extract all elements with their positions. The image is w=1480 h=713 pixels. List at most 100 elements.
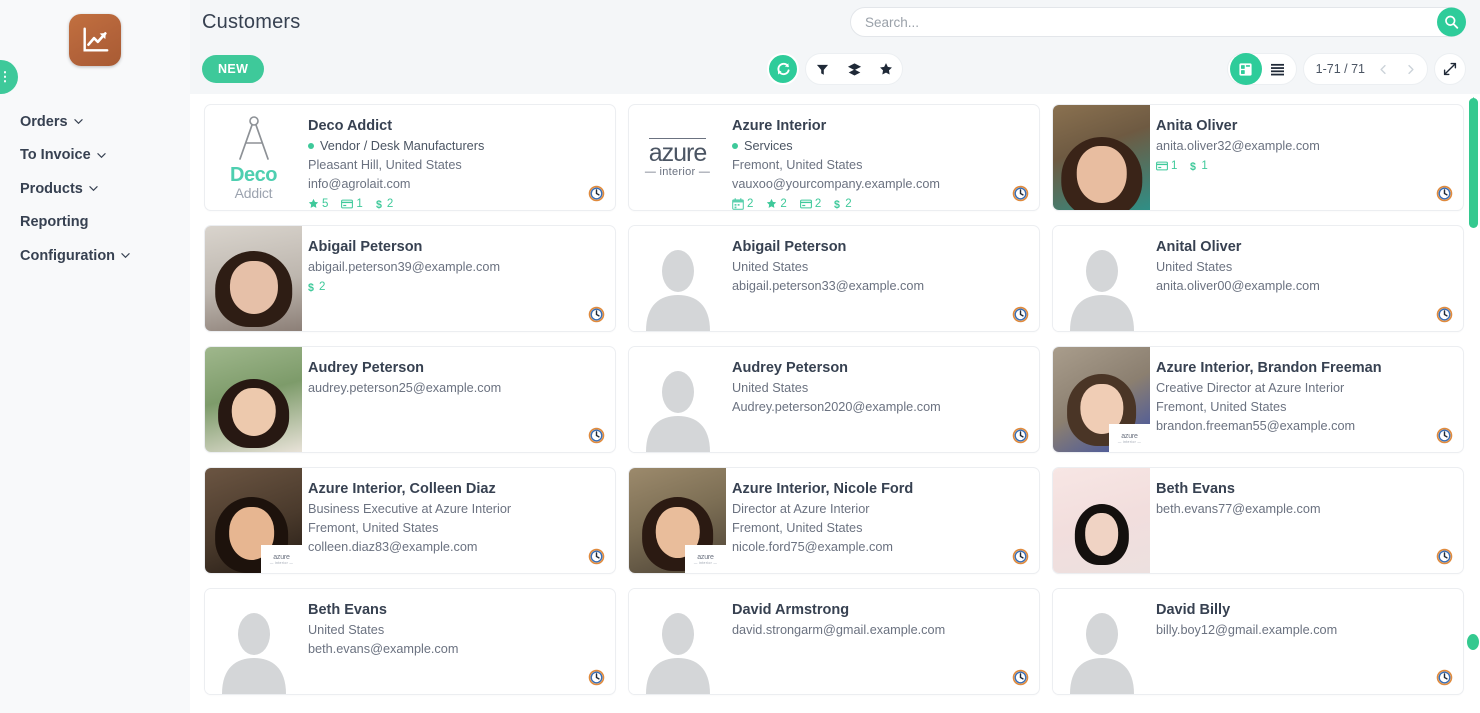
dollar-icon: $: [376, 199, 382, 210]
stat-dollar[interactable]: $1: [1190, 160, 1207, 172]
list-view-icon: [1271, 63, 1285, 75]
kanban-card[interactable]: Audrey Peterson United States Audrey.peter…: [628, 346, 1040, 453]
card-name[interactable]: Abigail Peterson: [308, 238, 603, 258]
kanban-card[interactable]: Abigail Peterson United States abigail.pet…: [628, 225, 1040, 332]
sidebar-item-reporting[interactable]: Reporting: [18, 206, 190, 239]
sidebar-item-orders[interactable]: Orders: [18, 106, 190, 139]
pager-count[interactable]: 1-71 / 71: [1316, 62, 1365, 76]
activity-clock-icon[interactable]: [1012, 306, 1029, 323]
kanban-view-button[interactable]: [1229, 53, 1262, 85]
activity-clock-icon[interactable]: [1012, 185, 1029, 202]
activity-clock-icon[interactable]: [1436, 306, 1453, 323]
logo-text-primary: azure: [648, 137, 707, 167]
list-view-button[interactable]: [1262, 53, 1294, 85]
card-email: abigail.peterson39@example.com: [308, 259, 501, 274]
kanban-card[interactable]: Beth Evans United States beth.evans@exampl…: [204, 588, 616, 695]
card-name[interactable]: David Billy: [1156, 601, 1451, 621]
kanban-container[interactable]: Deco Addict Deco Addict Vendor / Desk Manuf…: [190, 94, 1480, 713]
card-body: Deco Addict Vendor / Desk Manufacturers Pl…: [302, 105, 615, 210]
activity-clock-icon[interactable]: [1012, 669, 1029, 686]
card-name[interactable]: Deco Addict: [308, 117, 603, 137]
card-name[interactable]: Anita Oliver: [1156, 117, 1451, 137]
kanban-card[interactable]: David Armstrong david.strongarm@gmail.exa…: [628, 588, 1040, 695]
badge-text-primary: azure: [1121, 433, 1138, 441]
scroll-down-icon[interactable]: [1470, 707, 1477, 713]
group-by-button[interactable]: [838, 53, 870, 85]
sidebar-item-products[interactable]: Products: [18, 173, 190, 206]
filters-button[interactable]: [806, 53, 838, 85]
kanban-card[interactable]: azure — interior — Azure Interior, Nicole …: [628, 467, 1040, 574]
app-logo-icon[interactable]: [69, 14, 121, 66]
activity-clock-icon[interactable]: [588, 185, 605, 202]
sidebar-item-configuration[interactable]: Configuration: [18, 240, 190, 273]
sidebar-item-to-invoice[interactable]: To Invoice: [18, 139, 190, 172]
stat-card[interactable]: 2: [799, 198, 821, 210]
card-location: United States: [1156, 259, 1233, 274]
card-location: Fremont, United States: [732, 157, 863, 172]
card-name[interactable]: Azure Interior, Nicole Ford: [732, 480, 1027, 500]
search-input[interactable]: [850, 7, 1466, 37]
right-action-group: 1-71 / 71: [1226, 53, 1466, 85]
activity-clock-icon[interactable]: [588, 548, 605, 565]
stat-dollar[interactable]: $2: [308, 281, 325, 293]
kanban-card[interactable]: Beth Evans beth.evans77@example.com: [1052, 467, 1464, 574]
favorites-button[interactable]: [870, 53, 902, 85]
card-name[interactable]: Abigail Peterson: [732, 238, 1027, 258]
card-name[interactable]: Audrey Peterson: [308, 359, 603, 379]
activity-clock-icon[interactable]: [1436, 548, 1453, 565]
activity-clock-icon[interactable]: [1436, 185, 1453, 202]
card-body: Anita Oliver anita.oliver32@example.com 1 $…: [1150, 105, 1463, 210]
search-button[interactable]: [1437, 7, 1466, 37]
vertical-scrollbar[interactable]: [1467, 94, 1479, 713]
activity-clock-icon[interactable]: [588, 306, 605, 323]
pager-next-button[interactable]: [1398, 57, 1423, 82]
svg-text:$: $: [1190, 161, 1196, 172]
scrollbar-thumb[interactable]: [1469, 98, 1478, 228]
card-name[interactable]: Beth Evans: [1156, 480, 1451, 500]
kanban-card[interactable]: azure — interior — Azure Interior, Brandon…: [1052, 346, 1464, 453]
activity-clock-icon[interactable]: [588, 427, 605, 444]
stat-star[interactable]: 2: [766, 198, 787, 210]
stat-dollar[interactable]: $2: [376, 198, 393, 210]
kanban-card[interactable]: David Billy billy.boy12@gmail.example.com: [1052, 588, 1464, 695]
kanban-card[interactable]: Deco Addict Deco Addict Vendor / Desk Manuf…: [204, 104, 616, 211]
stat-calendar[interactable]: 2: [732, 198, 753, 210]
card-name[interactable]: David Armstrong: [732, 601, 1027, 621]
stat-dollar[interactable]: $2: [834, 198, 851, 210]
reload-button[interactable]: [767, 53, 799, 85]
kanban-card[interactable]: Anital Oliver United States anita.oliver00…: [1052, 225, 1464, 332]
contact-photo: [205, 226, 302, 331]
card-name[interactable]: Azure Interior, Colleen Diaz: [308, 480, 603, 500]
card-email: colleen.diaz83@example.com: [308, 539, 478, 554]
kanban-card[interactable]: Anita Oliver anita.oliver32@example.com 1 $…: [1052, 104, 1464, 211]
card-body: Beth Evans beth.evans77@example.com: [1150, 468, 1463, 573]
new-button[interactable]: NEW: [202, 55, 265, 83]
activity-clock-icon[interactable]: [1012, 427, 1029, 444]
card-name[interactable]: Anital Oliver: [1156, 238, 1451, 258]
pager-previous-button[interactable]: [1371, 57, 1396, 82]
card-name[interactable]: Beth Evans: [308, 601, 603, 621]
search-container: [850, 7, 1466, 37]
kanban-card[interactable]: Audrey Peterson audrey.peterson25@example…: [204, 346, 616, 453]
activity-clock-icon[interactable]: [1012, 548, 1029, 565]
calendar-icon: [732, 198, 744, 210]
fullscreen-button[interactable]: [1434, 53, 1466, 85]
activity-clock-icon[interactable]: [1436, 669, 1453, 686]
card-name[interactable]: Azure Interior, Brandon Freeman: [1156, 359, 1451, 379]
card-stats: 1 $1: [1156, 160, 1451, 172]
card-name[interactable]: Azure Interior: [732, 117, 1027, 137]
scroll-up-icon[interactable]: [1470, 90, 1477, 103]
card-name[interactable]: Audrey Peterson: [732, 359, 1027, 379]
stat-card[interactable]: 1: [341, 197, 363, 210]
activity-clock-icon[interactable]: [1436, 427, 1453, 444]
stat-value: 2: [386, 197, 394, 210]
stat-value: 1: [356, 197, 363, 210]
badge-text-secondary: — interior —: [269, 561, 294, 566]
logo-wrapper: [0, 0, 190, 66]
kanban-card[interactable]: Abigail Peterson abigail.peterson39@examp…: [204, 225, 616, 332]
kanban-card[interactable]: azure — interior — Azure Interior Services F…: [628, 104, 1040, 211]
stat-star[interactable]: 5: [308, 198, 328, 210]
stat-card[interactable]: 1: [1156, 160, 1177, 172]
activity-clock-icon[interactable]: [588, 669, 605, 686]
kanban-card[interactable]: azure — interior — Azure Interior, Colleen…: [204, 467, 616, 574]
